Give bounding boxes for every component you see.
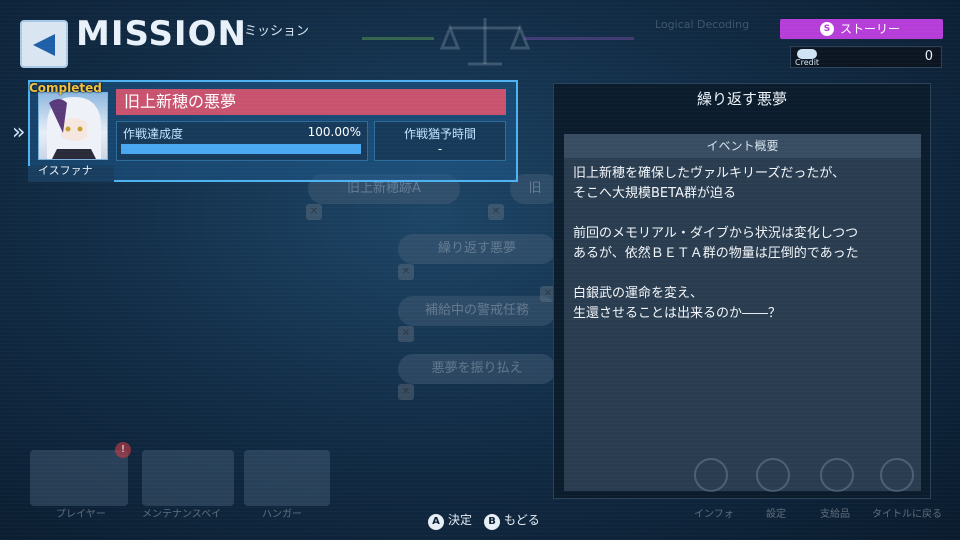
detail-title: 繰り返す悪夢 — [696, 90, 787, 108]
page-subtitle: ミッション — [244, 24, 310, 39]
achievement-label: 作戦達成度 — [123, 127, 184, 141]
confirm-hint[interactable]: A 決定 — [428, 511, 472, 530]
a-button-icon: A — [428, 514, 444, 530]
settings-gear-icon[interactable] — [756, 458, 790, 492]
faint-bar-purple — [524, 37, 634, 40]
time-label: 作戦猶予時間 — [403, 127, 476, 141]
back-hint[interactable]: B もどる — [484, 511, 540, 530]
hangar-menu-item[interactable] — [244, 450, 330, 506]
character-portrait — [38, 92, 108, 160]
story-mode-badge: S ストーリー — [780, 19, 943, 39]
hangar-label: ハンガー — [262, 509, 302, 520]
confirm-label: 決定 — [448, 513, 473, 527]
back-button[interactable] — [20, 20, 68, 68]
page-title: MISSION — [76, 14, 247, 54]
bg-node-icon: ✕ — [306, 204, 322, 220]
notification-badge: ! — [115, 442, 131, 458]
bg-node-icon: ✕ — [398, 264, 414, 280]
bg-node-icon: ✕ — [488, 204, 504, 220]
event-overview-header: イベント概要 — [564, 134, 921, 158]
supplies-icon[interactable] — [820, 458, 854, 492]
completed-badge: Completed — [29, 81, 102, 95]
info-label: インフォ — [694, 509, 734, 520]
story-icon: S — [820, 22, 834, 36]
event-description: 旧上新穂を確保したヴァルキリーズだったが、 そこへ大規模BETA群が迫る 前回の… — [573, 164, 913, 344]
bg-node: 悪夢を振り払え — [398, 354, 556, 384]
credit-display: Credit 0 — [790, 46, 942, 68]
return-to-title-label: タイトルに戻る — [872, 509, 942, 520]
time-value: - — [437, 142, 443, 156]
back-label: もどる — [504, 513, 540, 527]
time-box: 作戦猶予時間 - — [374, 121, 506, 161]
player-menu-item[interactable] — [30, 450, 128, 506]
selection-chevron-icon: » — [12, 120, 26, 145]
credit-label: Credit — [795, 58, 820, 67]
player-menu-label: プレイヤー — [56, 509, 106, 520]
description-paragraph: 前回のメモリアル・ダイブから状況は変化しつつ あるが、依然ＢＥＴＡ群の物量は圧倒… — [573, 226, 859, 261]
story-badge-label: ストーリー — [840, 22, 901, 36]
achievement-value: 100.00% — [307, 125, 361, 139]
bg-node-icon: ✕ — [398, 384, 414, 400]
maintenance-bay-label: メンテナンスベイ — [142, 509, 222, 520]
achievement-box: 作戦達成度 100.00% — [116, 121, 368, 161]
supplies-label: 支給品 — [820, 509, 850, 520]
back-arrow-icon — [33, 34, 55, 56]
settings-label: 設定 — [766, 509, 786, 520]
description-paragraph: 白銀武の運命を変え、 生還させることは出来るのか――？ — [573, 286, 782, 321]
character-name: イスファナ — [38, 164, 93, 177]
faint-top-label: Logical Decoding — [655, 18, 750, 31]
mission-title: 旧上新穂の悪夢 — [116, 89, 506, 115]
achievement-progress-fill — [121, 144, 361, 154]
credit-value: 0 — [924, 49, 933, 64]
return-to-title-icon[interactable] — [880, 458, 914, 492]
bg-node: 補給中の警戒任務 — [398, 296, 556, 326]
character-avatar — [47, 97, 101, 159]
maintenance-bay-menu-item[interactable] — [142, 450, 234, 506]
info-icon[interactable] — [694, 458, 728, 492]
b-button-icon: B — [484, 514, 500, 530]
bg-node: 繰り返す悪夢 — [398, 234, 556, 264]
achievement-progress-track — [121, 144, 361, 154]
description-paragraph: 旧上新穂を確保したヴァルキリーズだったが、 そこへ大規模BETA群が迫る — [573, 166, 846, 201]
faint-bar-green — [362, 37, 434, 40]
bg-node-icon: ✕ — [398, 326, 414, 342]
scale-emblem-icon — [440, 18, 530, 66]
